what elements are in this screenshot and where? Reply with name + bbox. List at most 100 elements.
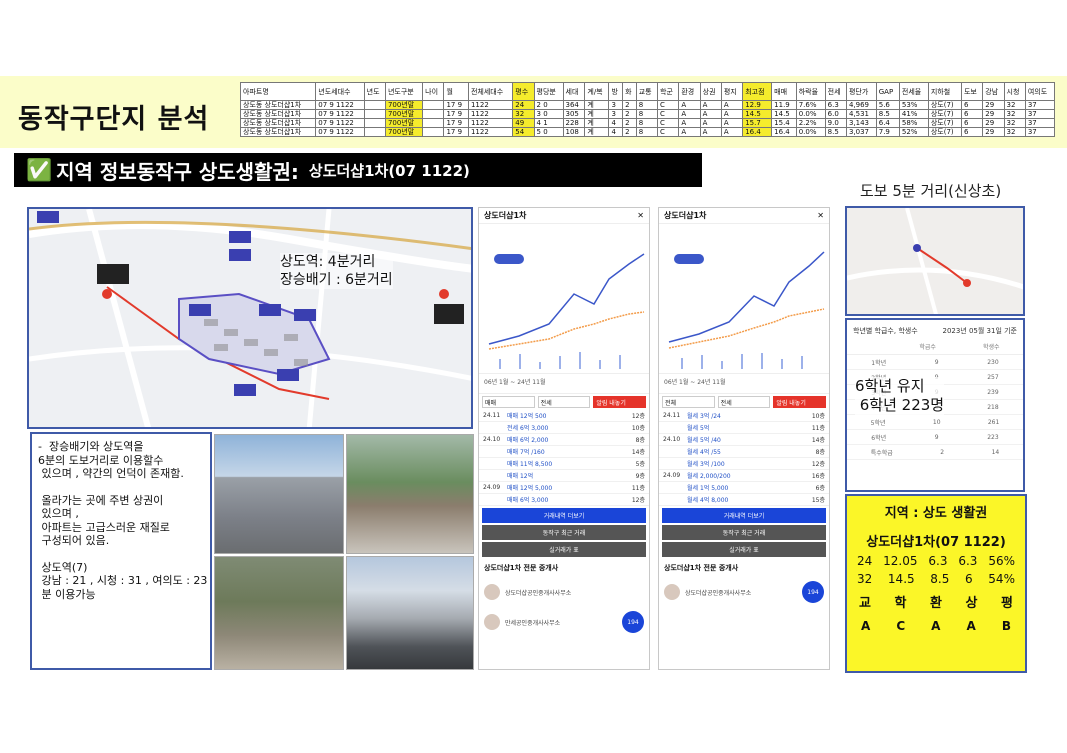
table-cell: 4 [608, 127, 624, 137]
close-icon[interactable]: ✕ [637, 211, 644, 220]
table-header-cell: 환경 [678, 82, 701, 101]
school-row: 6학년 9 223 [847, 430, 1023, 445]
table-cell: 108 [562, 127, 586, 137]
trade-row[interactable]: 매매 7억 /160 14층 [479, 446, 649, 458]
filter-all[interactable]: 전체 [662, 396, 715, 408]
summary-value: A [966, 619, 976, 633]
trade-row[interactable]: 매매 6억 3,000 12층 [479, 494, 649, 506]
filter-sale[interactable]: 매매 [482, 396, 535, 408]
more-trades-button[interactable]: 거래내역 더보기 [662, 508, 826, 523]
table-row[interactable]: 상도동 상도더샵1차 07 9 1122 700년말 17 9 1122 24 2 0 364… [239, 100, 1056, 110]
school-row: 5학년 10 261 [847, 415, 1023, 430]
table-cell: 6 [960, 109, 984, 119]
col-classes: 학급수 [919, 344, 936, 351]
table-cell: 7.6% [795, 100, 826, 110]
school-map-drawing [847, 208, 1023, 314]
table-cell: 11.9 [771, 100, 797, 110]
table-cell: A [678, 109, 701, 119]
table-header-cell: 년도구분 [384, 82, 424, 101]
table-cell: 24 [512, 100, 535, 110]
close-icon[interactable]: ✕ [817, 211, 824, 220]
recent-trades-button[interactable]: 동작구 최근 거래 [482, 525, 646, 540]
agent-name: 상도더샵공인중개사사무소 [685, 589, 752, 597]
trade-row[interactable]: 24.11 매매 12억 500 12층 [479, 410, 649, 422]
table-header-cell: 상권 [699, 82, 722, 101]
table-cell: 6.3 [824, 100, 847, 110]
trade-row[interactable]: 24.09 월세 2,000/200 16층 [659, 470, 829, 482]
table-cell: 상도(7) [927, 109, 962, 119]
table-cell: 4,969 [845, 100, 877, 110]
school-grade: 1학년 [871, 359, 887, 367]
agent-item[interactable]: 만세공인중개사사무소 194 [479, 607, 649, 637]
trade-row[interactable]: 24.10 매매 6억 2,000 8층 [479, 434, 649, 446]
trade-row[interactable]: 전세 6억 3,000 10층 [479, 422, 649, 434]
desc-line: - 장승배기와 상도역을 [38, 440, 144, 453]
table-cell: 4,531 [845, 109, 877, 119]
table-cell: 700년말 [384, 109, 424, 119]
map-distance-annotation: 상도역: 4분거리 장승배기 : 6분거리 [280, 253, 393, 289]
price-table-button[interactable]: 실거래가 표 [482, 542, 646, 557]
school-students: 261 [987, 418, 1000, 426]
table-header-cell: 년도 [363, 82, 386, 101]
trade-row[interactable]: 매매 11억 8,500 5층 [479, 458, 649, 470]
trade-row[interactable]: 매매 12억 9층 [479, 470, 649, 482]
page-title: 동작구단지 분석 [18, 104, 210, 135]
table-cell: 계 [584, 118, 610, 128]
trade-price: 매매 6억 3,000 [507, 497, 549, 504]
app-header: 상도더샵1차 ✕ [479, 208, 649, 224]
agent-count-badge[interactable]: 194 [622, 611, 644, 633]
apartment-photo-street [346, 556, 474, 670]
table-cell: C [657, 100, 680, 110]
desc-line: 강남 : 21 , 시청 : 31 , 여의도 : 23 [38, 574, 208, 587]
price-chart-drawing [488, 253, 645, 369]
table-cell: A [699, 109, 722, 119]
school-students: 257 [987, 373, 999, 381]
trade-row[interactable]: 월세 5억 11층 [659, 422, 829, 434]
table-row[interactable]: 상도동 상도더샵1차 07 9 1122 700년말 17 9 1122 49 4 1 228… [239, 118, 1056, 128]
filter-jeonse[interactable]: 전세 [717, 396, 771, 408]
table-cell: A [678, 118, 701, 128]
trade-row[interactable]: 월세 4억 8,000 15층 [659, 494, 829, 506]
school-students: 218 [987, 403, 999, 411]
recent-trades-button[interactable]: 동작구 최근 거래 [662, 525, 826, 540]
apartment-data-table: 아파트명 년도세대수 년도 년도구분 나이 월 전체세대수 평수 평당분 세대 계/복 방 화 교통 학군 환… [239, 82, 1056, 137]
filter-jeonse[interactable]: 전세 [537, 396, 591, 408]
trade-row[interactable]: 월세 4억 /55 8층 [659, 446, 829, 458]
table-row[interactable]: 상도동 상도더샵1차 07 9 1122 700년말 17 9 1122 32 3 0 305… [239, 109, 1056, 119]
summary-value: 6.3 [928, 554, 948, 568]
table-cell [363, 100, 386, 110]
table-header-cell: 년도세대수 [315, 82, 365, 101]
table-cell: 700년말 [384, 118, 424, 128]
more-trades-button[interactable]: 거래내역 더보기 [482, 508, 646, 523]
date-range: 06년 1월 ~ 24년 11월 [479, 374, 649, 394]
table-header-cell: 평단가 [845, 82, 877, 101]
trade-row[interactable]: 월세 1억 5,000 6층 [659, 482, 829, 494]
trade-row[interactable]: 월세 3억 /100 12층 [659, 458, 829, 470]
agent-count-badge[interactable]: 194 [802, 581, 824, 603]
neighborhood-map[interactable] [27, 207, 473, 429]
price-table-button[interactable]: 실거래가 표 [662, 542, 826, 557]
agent-item[interactable]: 상도더샵공인중개사사무소 194 [659, 577, 829, 607]
map-drawing [29, 209, 471, 427]
alert-button[interactable]: 알림 내놓기 [773, 396, 827, 408]
table-cell: 54 [512, 127, 535, 137]
table-row[interactable]: 상도동 상도더샵1차 07 9 1122 700년말 17 9 1122 54 5 0 108… [239, 127, 1056, 137]
summary-value: 환 [930, 596, 942, 611]
walk-distance-label: 도보 5분 거리(신상초) [860, 182, 1002, 200]
school-students: 223 [987, 433, 999, 441]
table-cell: 3 [608, 109, 624, 119]
trade-row[interactable]: 24.11 월세 3억 /24 10층 [659, 410, 829, 422]
table-header-cell: 매매 [771, 82, 797, 101]
trade-date: 24.10 [663, 436, 681, 443]
agent-item[interactable]: 상도더샵공인중개사사무소 [479, 577, 649, 607]
table-cell: A [720, 109, 744, 119]
app-screen-sale: 상도더샵1차 ✕ 06년 1월 ~ 24년 11월 매매 전세 알림 내놓기 2… [478, 207, 650, 670]
trade-row[interactable]: 24.09 매매 12억 5,000 11층 [479, 482, 649, 494]
alert-button[interactable]: 알림 내놓기 [593, 396, 647, 408]
school-walk-map[interactable] [845, 206, 1025, 316]
trade-row[interactable]: 24.10 월세 5억 /40 14층 [659, 434, 829, 446]
table-cell: 8.5 [875, 109, 900, 119]
table-cell: 15.7 [742, 118, 773, 128]
table-cell: 29 [982, 100, 1005, 110]
trade-price: 월세 5억 /40 [687, 437, 721, 444]
